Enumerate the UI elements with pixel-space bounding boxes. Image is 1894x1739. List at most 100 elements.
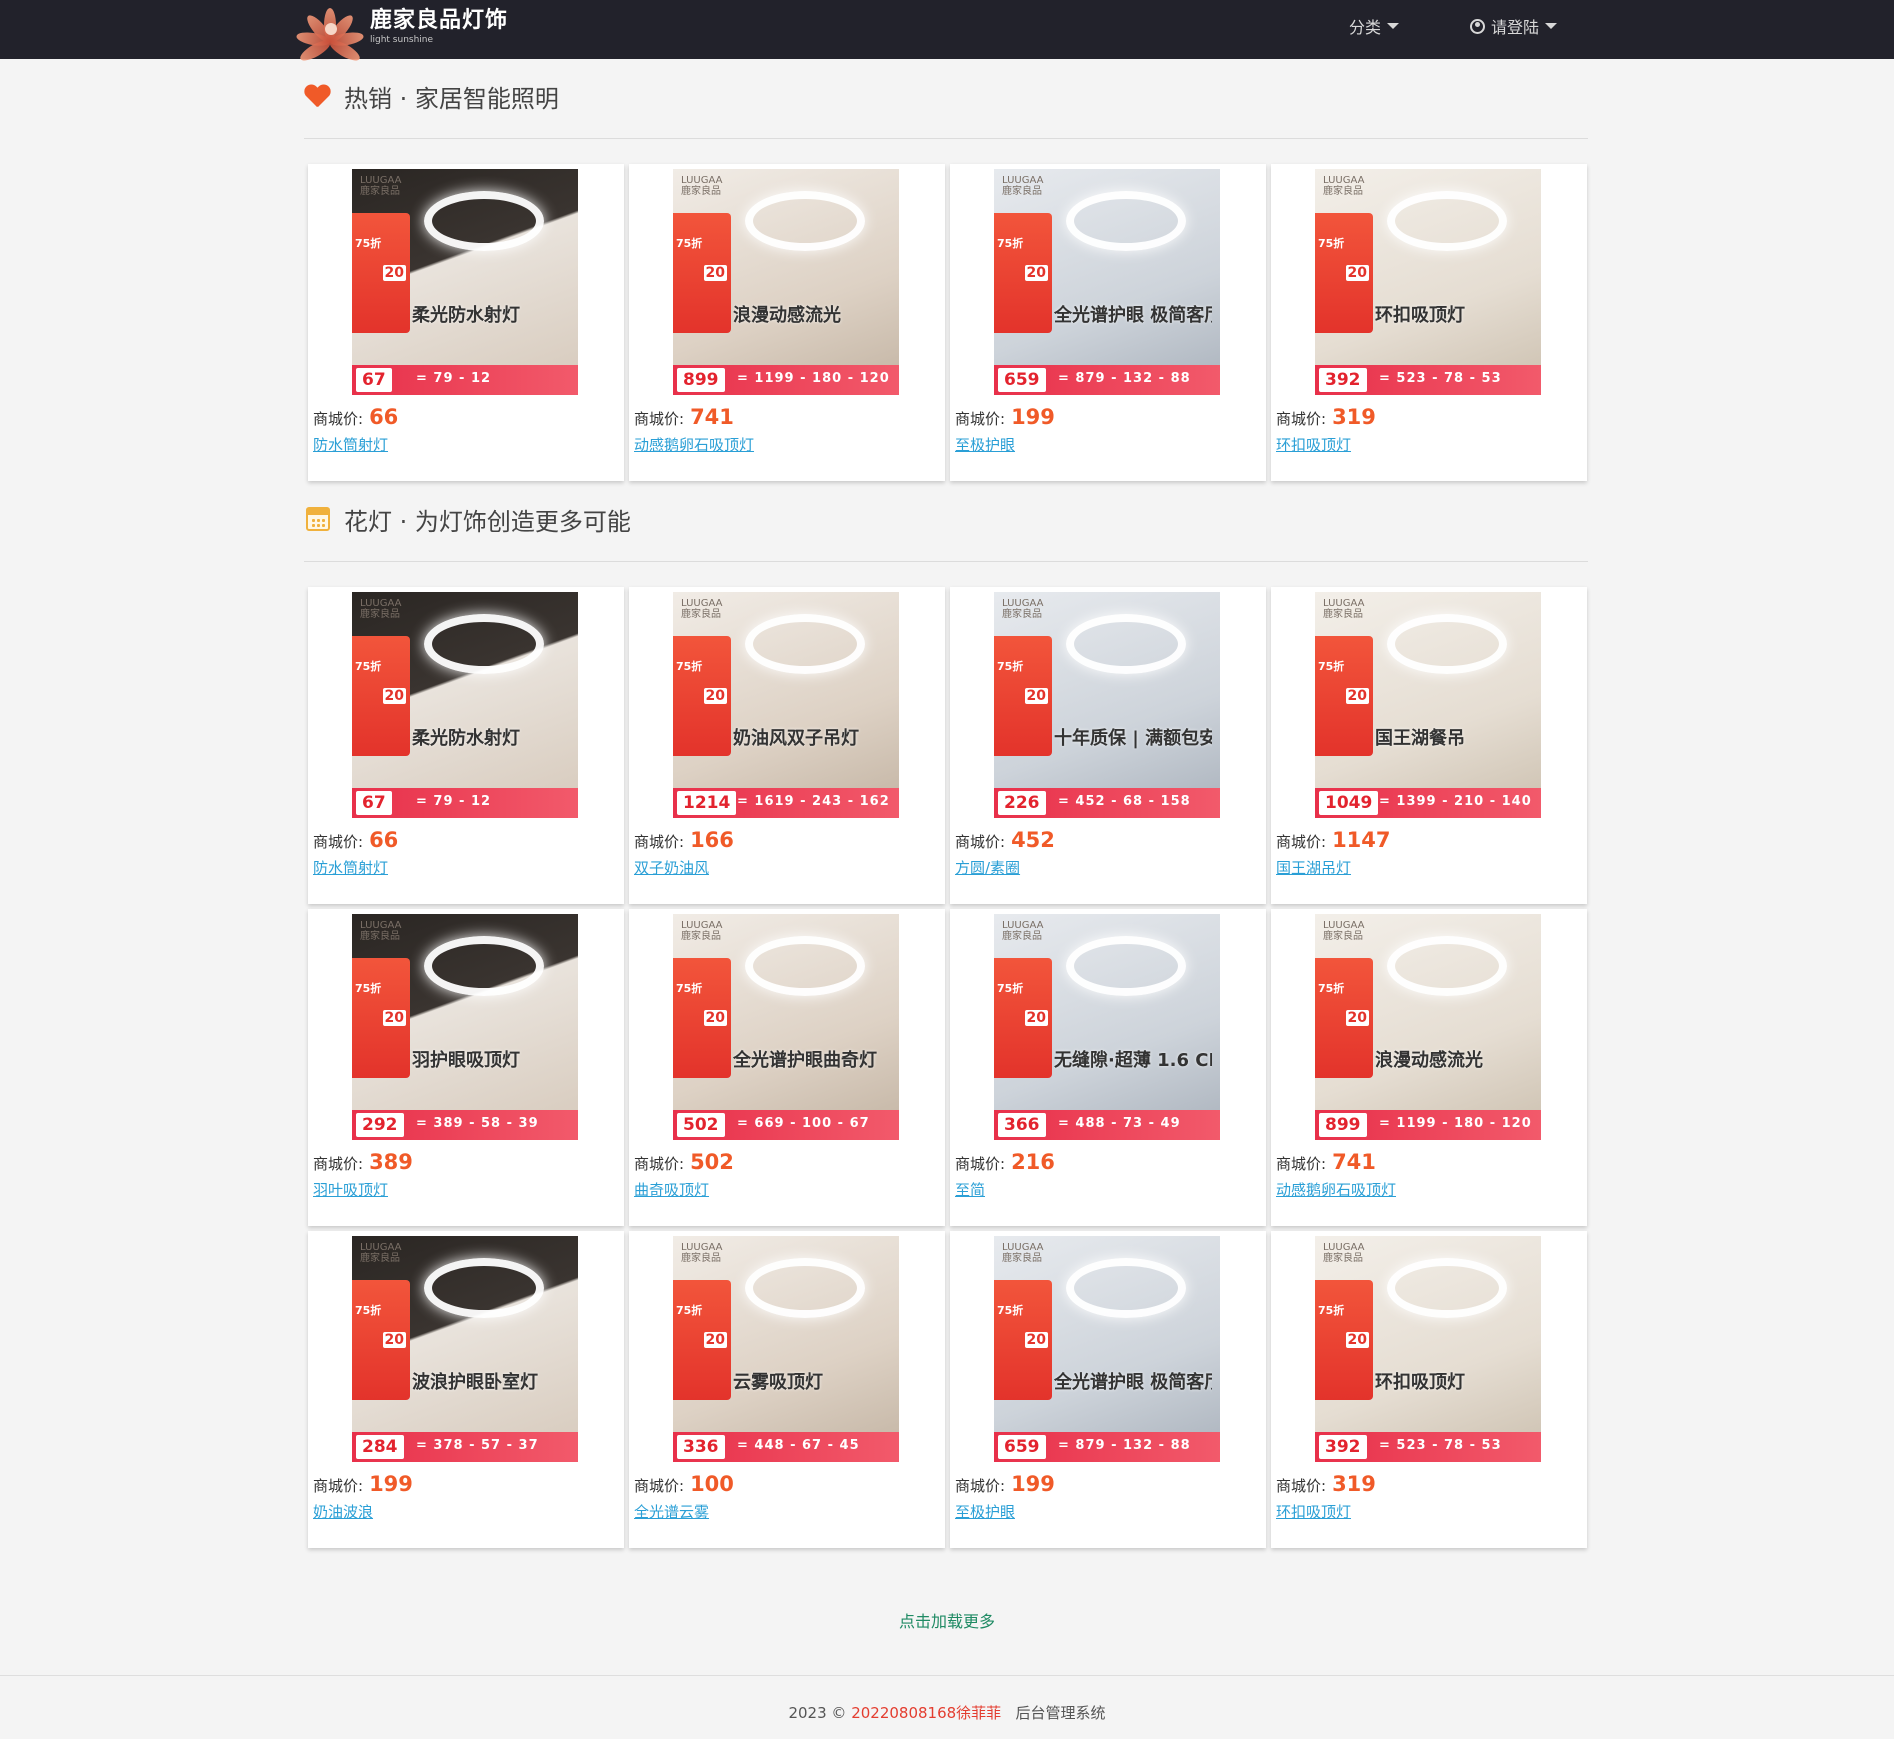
product-name-link[interactable]: 双子奶油风 bbox=[634, 857, 709, 878]
product-image[interactable]: LUUGAA鹿家良品奶油风双子吊灯 1214= 1619 - 243 - 162 bbox=[673, 592, 899, 818]
product-name-link[interactable]: 国王湖吊灯 bbox=[1276, 857, 1351, 878]
product-grid-hot: LUUGAA鹿家良品柔光防水射灯67= 79 - 12商城价:66防水筒射灯LU… bbox=[308, 164, 1588, 481]
product-image[interactable]: LUUGAA鹿家良品浪漫动感流光 899 = 1199 - 180 - 120 bbox=[1315, 914, 1541, 1140]
product-image[interactable]: LUUGAA鹿家良品环扣吸顶灯 392 = 523 - 78 - 53 bbox=[1315, 169, 1541, 395]
product-card[interactable]: LUUGAA鹿家良品柔光防水射灯 67 = 79 - 12 商城价: 66 防水筒射灯 bbox=[308, 164, 624, 481]
product-card[interactable]: LUUGAA鹿家良品环扣吸顶灯 392 = 523 - 78 - 53 商城价: 319… bbox=[1271, 1231, 1587, 1548]
image-price-bar: 1214 = 1619 - 243 - 162 bbox=[673, 788, 899, 818]
brand-logo[interactable]: 鹿家良品灯饰 light sunshine bbox=[295, 0, 508, 65]
price-label: 商城价: bbox=[634, 1155, 685, 1173]
product-card[interactable]: LUUGAA鹿家良品浪漫动感流光 899 = 1199 - 180 - 120 商城价… bbox=[629, 164, 945, 481]
lamp-shape bbox=[424, 936, 544, 996]
category-dropdown[interactable]: 分类 bbox=[1349, 14, 1400, 38]
price-label: 商城价: bbox=[313, 1155, 364, 1173]
product-image[interactable]: LUUGAA鹿家良品浪漫动感流光 899 = 1199 - 180 - 120 bbox=[673, 169, 899, 395]
product-image[interactable]: LUUGAA鹿家良品无缝隙·超薄 1.6 CM 366 = 488 - 73 - 4… bbox=[994, 914, 1220, 1140]
product-image[interactable]: LUUGAA鹿家良品柔光防水射灯 67 = 79 - 12 bbox=[352, 592, 578, 818]
lamp-shape bbox=[1387, 191, 1507, 251]
product-card[interactable]: LUUGAA鹿家良品波浪护眼卧室灯 284 = 378 - 57 - 37 商城价: 1… bbox=[308, 1231, 624, 1548]
product-card[interactable]: LUUGAA鹿家良品全光谱护眼 极简客厅灯 659 = 879 - 132 - 88… bbox=[950, 164, 1266, 481]
image-price-breakdown: = 523 - 78 - 53 bbox=[1379, 371, 1502, 386]
product-image[interactable]: LUUGAA鹿家良品柔光防水射灯 67 = 79 - 12 bbox=[352, 169, 578, 395]
heart-icon bbox=[304, 85, 330, 109]
image-price-breakdown: = 79 - 12 bbox=[416, 794, 492, 809]
price-label: 商城价: bbox=[313, 1477, 364, 1495]
product-name-link[interactable]: 方圆/素圈 bbox=[955, 857, 1020, 878]
login-dropdown[interactable]: 请登陆 bbox=[1470, 14, 1558, 38]
image-price-breakdown: = 879 - 132 - 88 bbox=[1058, 371, 1191, 386]
footer: 2023 © 20220808168徐菲菲 后台管理系统 bbox=[0, 1675, 1894, 1739]
image-price-breakdown: = 389 - 58 - 39 bbox=[416, 1116, 539, 1131]
price-value: 100 bbox=[690, 1472, 734, 1496]
product-image[interactable]: LUUGAA鹿家良品全光谱护眼曲奇灯 502 = 669 - 100 - 67 bbox=[673, 914, 899, 1140]
brand-subtitle: light sunshine bbox=[370, 34, 434, 45]
image-product-name: 环扣吸顶灯 bbox=[1375, 1372, 1465, 1393]
product-card[interactable]: LUUGAA鹿家良品奶油风双子吊灯 1214= 1619 - 243 - 162 商… bbox=[629, 587, 945, 904]
price-row: 商城价: 502 bbox=[634, 1150, 734, 1174]
price-value: 199 bbox=[1011, 405, 1055, 429]
product-card[interactable]: LUUGAA鹿家良品十年质保 | 满额包安装 | 赠送光源 226 = 452 - … bbox=[950, 587, 1266, 904]
image-price-breakdown: = 452 - 68 - 158 bbox=[1058, 794, 1191, 809]
product-card[interactable]: LUUGAA鹿家良品柔光防水射灯 67 = 79 - 12 商城价: 66 防水筒射灯 bbox=[308, 587, 624, 904]
image-price-bar: 502 = 669 - 100 - 67 bbox=[673, 1110, 899, 1140]
product-name-link[interactable]: 曲奇吸顶灯 bbox=[634, 1179, 709, 1200]
image-final-price: 67 bbox=[356, 791, 392, 815]
price-value: 1147 bbox=[1332, 828, 1391, 852]
brand-watermark: LUUGAA 鹿家良品 bbox=[360, 920, 402, 942]
product-name-link[interactable]: 动感鹅卵石吸顶灯 bbox=[1276, 1179, 1396, 1200]
product-name-link[interactable]: 至简 bbox=[955, 1179, 985, 1200]
product-image[interactable]: LUUGAA鹿家良品十年质保 | 满额包安装 | 赠送光源 226 = 452 - … bbox=[994, 592, 1220, 818]
product-name-link[interactable]: 奶油波浪 bbox=[313, 1501, 373, 1522]
image-price-breakdown: = 488 - 73 - 49 bbox=[1058, 1116, 1181, 1131]
product-image[interactable]: LUUGAA鹿家良品羽护眼吸顶灯 292 = 389 - 58 - 39 bbox=[352, 914, 578, 1140]
product-name-link[interactable]: 动感鹅卵石吸顶灯 bbox=[634, 434, 754, 455]
price-label: 商城价: bbox=[1276, 833, 1327, 851]
price-row: 商城价: 66 bbox=[313, 828, 398, 852]
product-name-link[interactable]: 环扣吸顶灯 bbox=[1276, 434, 1351, 455]
price-row: 商城价: 66 bbox=[313, 405, 398, 429]
product-name-link[interactable]: 防水筒射灯 bbox=[313, 434, 388, 455]
product-card[interactable]: LUUGAA鹿家良品云雾吸顶灯 336 = 448 - 67 - 45 商城价: 100… bbox=[629, 1231, 945, 1548]
lamp-shape bbox=[745, 191, 865, 251]
product-image[interactable]: LUUGAA鹿家良品环扣吸顶灯 392 = 523 - 78 - 53 bbox=[1315, 1236, 1541, 1462]
price-row: 商城价: 1147 bbox=[1276, 828, 1391, 852]
image-product-name: 云雾吸顶灯 bbox=[733, 1372, 823, 1393]
product-card[interactable]: LUUGAA鹿家良品无缝隙·超薄 1.6 CM 366 = 488 - 73 - 4… bbox=[950, 909, 1266, 1226]
lamp-shape bbox=[424, 191, 544, 251]
price-row: 商城价: 741 bbox=[1276, 1150, 1376, 1174]
load-more-button[interactable]: 点击加载更多 bbox=[0, 1608, 1894, 1632]
product-name-link[interactable]: 环扣吸顶灯 bbox=[1276, 1501, 1351, 1522]
product-card[interactable]: LUUGAA鹿家良品环扣吸顶灯 392 = 523 - 78 - 53 商城价: 319… bbox=[1271, 164, 1587, 481]
product-card[interactable]: LUUGAA鹿家良品国王湖餐吊 1049= 1399 - 210 - 140 商城价… bbox=[1271, 587, 1587, 904]
product-name-link[interactable]: 羽叶吸顶灯 bbox=[313, 1179, 388, 1200]
product-name-link[interactable]: 至极护眼 bbox=[955, 1501, 1015, 1522]
price-value: 319 bbox=[1332, 405, 1376, 429]
price-row: 商城价: 389 bbox=[313, 1150, 413, 1174]
lamp-shape bbox=[1066, 614, 1186, 674]
product-card[interactable]: LUUGAA鹿家良品全光谱护眼 极简客厅灯 659 = 879 - 132 - 88… bbox=[950, 1231, 1266, 1548]
admin-link[interactable]: 后台管理系统 bbox=[1016, 1704, 1106, 1722]
product-image[interactable]: LUUGAA鹿家良品全光谱护眼 极简客厅灯 659 = 879 - 132 - 88 bbox=[994, 169, 1220, 395]
price-row: 商城价: 100 bbox=[634, 1472, 734, 1496]
brand-watermark: LUUGAA 鹿家良品 bbox=[1002, 1242, 1044, 1264]
image-final-price: 392 bbox=[1319, 368, 1367, 392]
promo-badge bbox=[994, 636, 1052, 756]
product-image[interactable]: LUUGAA鹿家良品云雾吸顶灯 336 = 448 - 67 - 45 bbox=[673, 1236, 899, 1462]
product-image[interactable]: LUUGAA鹿家良品波浪护眼卧室灯 284 = 378 - 57 - 37 bbox=[352, 1236, 578, 1462]
product-card[interactable]: LUUGAA鹿家良品全光谱护眼曲奇灯 502 = 669 - 100 - 67 商城价… bbox=[629, 909, 945, 1226]
promo-badge bbox=[352, 1280, 410, 1400]
product-card[interactable]: LUUGAA鹿家良品羽护眼吸顶灯 292 = 389 - 58 - 39 商城价: 38… bbox=[308, 909, 624, 1226]
product-name-link[interactable]: 至极护眼 bbox=[955, 434, 1015, 455]
price-value: 66 bbox=[369, 828, 399, 852]
image-product-name: 浪漫动感流光 bbox=[1375, 1050, 1483, 1071]
promo-badge bbox=[1315, 958, 1373, 1078]
product-image[interactable]: LUUGAA鹿家良品全光谱护眼 极简客厅灯 659 = 879 - 132 - 88 bbox=[994, 1236, 1220, 1462]
image-product-name: 国王湖餐吊 bbox=[1375, 728, 1465, 749]
image-product-name: 全光谱护眼曲奇灯 bbox=[733, 1050, 877, 1071]
product-name-link[interactable]: 防水筒射灯 bbox=[313, 857, 388, 878]
image-price-breakdown: = 879 - 132 - 88 bbox=[1058, 1438, 1191, 1453]
product-image[interactable]: LUUGAA鹿家良品国王湖餐吊 1049= 1399 - 210 - 140 bbox=[1315, 592, 1541, 818]
product-name-link[interactable]: 全光谱云雾 bbox=[634, 1501, 709, 1522]
price-label: 商城价: bbox=[634, 410, 685, 428]
product-card[interactable]: LUUGAA鹿家良品浪漫动感流光 899 = 1199 - 180 - 120 商城价… bbox=[1271, 909, 1587, 1226]
